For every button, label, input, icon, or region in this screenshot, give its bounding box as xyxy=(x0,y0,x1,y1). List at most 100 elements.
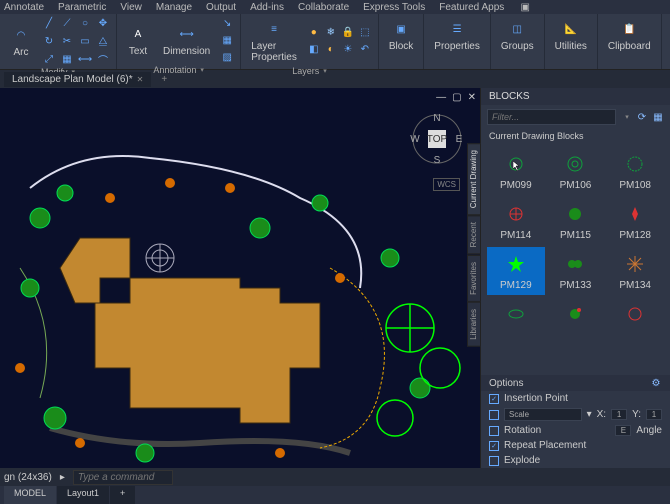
blocks-panel: BLOCKS ⟳ ▦ Current Drawing Blocks Curren… xyxy=(480,88,670,468)
block-item[interactable] xyxy=(606,297,664,331)
layout1-tab[interactable]: Layout1 xyxy=(57,486,109,504)
scale-icon[interactable]: ⤢ xyxy=(42,52,56,66)
groups-button[interactable]: ◫Groups xyxy=(497,16,538,54)
menu-overflow-icon[interactable]: ▣ xyxy=(518,0,532,14)
panel-title: BLOCKS xyxy=(481,88,670,105)
block-item-selected[interactable]: PM129 xyxy=(487,247,545,295)
filter-input[interactable] xyxy=(487,109,616,125)
text-button[interactable]: AText xyxy=(123,21,153,59)
menu-manage[interactable]: Manage xyxy=(156,2,192,13)
block-item[interactable]: PM108 xyxy=(606,147,664,195)
sync-icon[interactable]: ⟳ xyxy=(636,111,648,123)
opt-scale[interactable]: Scale▾X:1Y:1 xyxy=(481,406,670,423)
status-bar: gn (24x36) ▸ xyxy=(0,468,670,486)
opt-insertion[interactable]: ✓Insertion Point xyxy=(481,391,670,406)
section-title: Current Drawing Blocks xyxy=(481,129,670,143)
menu-view[interactable]: View xyxy=(120,2,142,13)
polyline-icon[interactable]: ⟋ xyxy=(60,16,74,30)
block-item[interactable]: PM099 xyxy=(487,147,545,195)
move-icon[interactable]: ✥ xyxy=(96,16,110,30)
layer-off-icon[interactable]: ● xyxy=(307,25,321,39)
utilities-button[interactable]: 📐Utilities xyxy=(551,16,591,54)
ribbon: ◠Arc ╱ ⟋ ○ ✥ ↻ ✂ ▭ ⧋ ⤢ ▦ ⟷ ⌒ Modify ATex… xyxy=(0,14,670,70)
block-item[interactable] xyxy=(547,297,605,331)
block-item[interactable]: PM128 xyxy=(606,197,664,245)
opt-repeat[interactable]: ✓Repeat Placement xyxy=(481,438,670,453)
svg-text:N: N xyxy=(433,113,440,124)
new-tab-button[interactable]: + xyxy=(155,74,173,85)
block-item[interactable]: PM106 xyxy=(547,147,605,195)
block-button[interactable]: ▣Block xyxy=(385,16,417,54)
tab-recent[interactable]: Recent xyxy=(467,215,481,254)
fillet-icon[interactable]: ⌒ xyxy=(96,52,110,66)
minimize-icon[interactable]: — xyxy=(436,92,446,103)
view-mode-icon[interactable]: ▦ xyxy=(652,111,664,123)
mirror-icon[interactable]: ⧋ xyxy=(96,34,110,48)
layer-on-icon[interactable]: ◐ xyxy=(324,42,338,56)
wcs-label[interactable]: WCS xyxy=(433,178,460,191)
filter-dropdown-icon[interactable] xyxy=(620,111,632,123)
block-item[interactable]: PM133 xyxy=(547,247,605,295)
model-tab[interactable]: MODEL xyxy=(4,486,56,504)
block-item[interactable]: PM134 xyxy=(606,247,664,295)
layer-lock-icon[interactable]: 🔒 xyxy=(341,25,355,39)
menu-addins[interactable]: Add-ins xyxy=(250,2,284,13)
layer-iso-icon[interactable]: ◧ xyxy=(307,42,321,56)
close-icon[interactable]: ✕ xyxy=(468,92,476,103)
hatch-icon[interactable]: ▨ xyxy=(220,50,234,64)
document-tab[interactable]: Landscape Plan Model (6)* ✕ xyxy=(4,72,151,87)
add-layout-button[interactable]: + xyxy=(110,486,135,504)
tab-libraries[interactable]: Libraries xyxy=(467,302,481,347)
table-icon[interactable]: ▦ xyxy=(220,33,234,47)
command-icon[interactable]: ▸ xyxy=(60,472,65,483)
trim-icon[interactable]: ✂ xyxy=(60,34,74,48)
leader-icon[interactable]: ↘ xyxy=(220,16,234,30)
command-input[interactable] xyxy=(73,470,173,485)
restore-icon[interactable]: ▢ xyxy=(452,92,461,103)
opt-explode[interactable]: Explode xyxy=(481,453,670,468)
menu-collaborate[interactable]: Collaborate xyxy=(298,2,349,13)
ribbon-draw-group: ◠Arc ╱ ⟋ ○ ✥ ↻ ✂ ▭ ⧋ ⤢ ▦ ⟷ ⌒ Modify xyxy=(0,14,117,69)
rotate-icon[interactable]: ↻ xyxy=(42,34,56,48)
svg-text:W: W xyxy=(410,134,420,145)
viewcube[interactable]: TOP N S W E xyxy=(410,112,464,166)
options-header[interactable]: Options⚙ xyxy=(481,375,670,391)
coords-readout: gn (24x36) xyxy=(4,472,52,483)
ribbon-layers-group: ≡Layer Properties ● ❄ 🔒 ⬚ ◧ ◐ ☀ ↶ Layers xyxy=(241,14,379,69)
gear-icon[interactable]: ⚙ xyxy=(650,377,662,389)
svg-text:E: E xyxy=(456,134,463,145)
layer-match-icon[interactable]: ⬚ xyxy=(358,25,372,39)
menu-express[interactable]: Express Tools xyxy=(363,2,425,13)
line-icon[interactable]: ╱ xyxy=(42,16,56,30)
opt-rotation[interactable]: RotationEAngle xyxy=(481,423,670,438)
layer-properties-button[interactable]: ≡Layer Properties xyxy=(247,16,301,65)
dimension-button[interactable]: ⟷Dimension xyxy=(159,21,214,59)
layer-thaw-icon[interactable]: ☀ xyxy=(341,42,355,56)
circle-icon[interactable]: ○ xyxy=(78,16,92,30)
svg-text:TOP: TOP xyxy=(427,134,448,145)
rect-icon[interactable]: ▭ xyxy=(78,34,92,48)
svg-text:S: S xyxy=(434,155,441,166)
layer-freeze-icon[interactable]: ❄ xyxy=(324,25,338,39)
drawing-canvas[interactable]: — ▢ ✕ TOP N S W E WCS xyxy=(0,88,480,468)
array-icon[interactable]: ▦ xyxy=(60,52,74,66)
menu-output[interactable]: Output xyxy=(206,2,236,13)
menu-bar: Annotate Parametric View Manage Output A… xyxy=(0,0,670,14)
block-item[interactable]: PM114 xyxy=(487,197,545,245)
tab-current-drawing[interactable]: Current Drawing xyxy=(467,143,481,215)
menu-featured[interactable]: Featured Apps xyxy=(439,2,504,13)
clipboard-button[interactable]: 📋Clipboard xyxy=(604,16,655,54)
menu-annotate[interactable]: Annotate xyxy=(4,2,44,13)
layer-prev-icon[interactable]: ↶ xyxy=(358,42,372,56)
arc-button[interactable]: ◠Arc xyxy=(6,22,36,60)
layout-tabs: MODEL Layout1 + xyxy=(0,486,670,504)
block-item[interactable] xyxy=(487,297,545,331)
tab-favorites[interactable]: Favorites xyxy=(467,255,481,302)
properties-button[interactable]: ☰Properties xyxy=(430,16,484,54)
window-controls: — ▢ ✕ xyxy=(436,92,476,103)
stretch-icon[interactable]: ⟷ xyxy=(78,52,92,66)
block-item[interactable]: PM115 xyxy=(547,197,605,245)
menu-parametric[interactable]: Parametric xyxy=(58,2,106,13)
layers-group-label[interactable]: Layers xyxy=(247,65,372,77)
close-tab-icon[interactable]: ✕ xyxy=(137,75,144,84)
